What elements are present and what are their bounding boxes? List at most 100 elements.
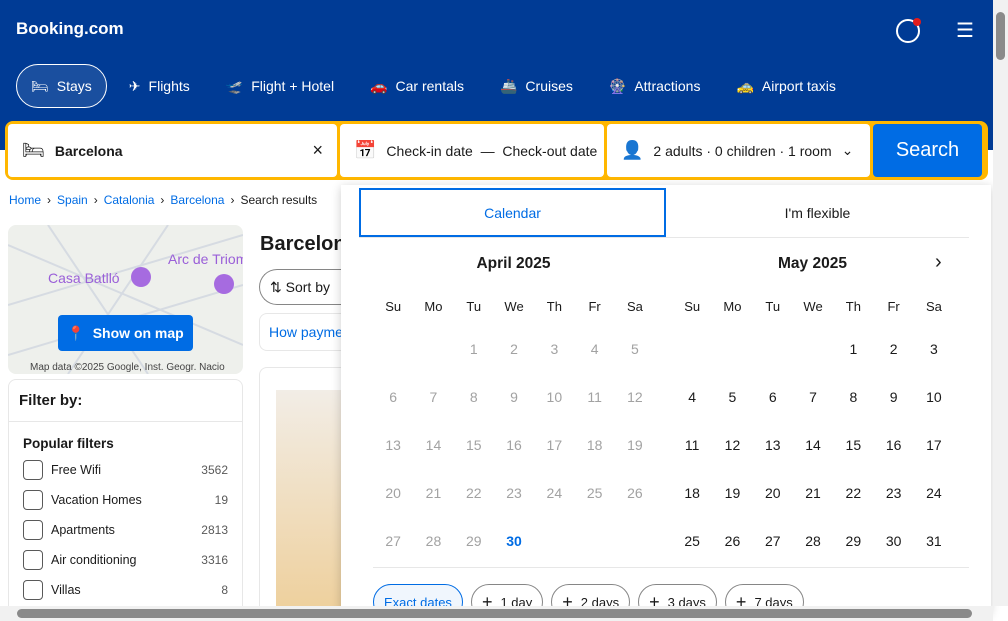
day-cell[interactable]: 16 <box>873 433 913 481</box>
day-cell[interactable]: 2 <box>873 337 913 385</box>
day-cell[interactable]: 9 <box>873 385 913 433</box>
results-title: Barcelona <box>260 233 341 255</box>
empty-cell <box>753 337 793 385</box>
property-card[interactable] <box>259 367 342 618</box>
day-cell[interactable]: 20 <box>753 481 793 529</box>
account-icon[interactable] <box>896 18 921 43</box>
day-cell: 8 <box>469 389 478 405</box>
day-cell[interactable]: 1 <box>833 337 873 385</box>
nav-stays[interactable]: 🛏 Stays <box>16 64 107 108</box>
day-cell[interactable]: 7 <box>793 385 833 433</box>
day-cell[interactable]: 29 <box>833 529 873 577</box>
filter-count: 3562 <box>201 463 228 477</box>
checkbox[interactable] <box>23 580 43 600</box>
day-cell[interactable]: 31 <box>914 529 954 577</box>
nav-flights[interactable]: ✈ Flights <box>115 64 204 108</box>
horizontal-scrollbar[interactable] <box>0 606 993 621</box>
date-picker-dropdown: Calendar I'm flexible April 2025 Su Mo Tu We… <box>341 185 991 620</box>
day-cell[interactable]: 24 <box>914 481 954 529</box>
day-cell[interactable]: 15 <box>833 433 873 481</box>
scroll-thumb[interactable] <box>996 12 1005 60</box>
filter-option[interactable]: Free Wifi 3562 <box>9 455 242 485</box>
day-cell[interactable]: 11 <box>672 433 712 481</box>
day-cell[interactable]: 30 <box>494 529 534 577</box>
day-cell[interactable]: 17 <box>914 433 954 481</box>
day-cell[interactable]: 10 <box>914 385 954 433</box>
checkbox[interactable] <box>23 460 43 480</box>
weekday-label: We <box>803 299 823 314</box>
day-cell: 7 <box>429 389 438 405</box>
tab-calendar[interactable]: Calendar <box>359 188 666 237</box>
payment-info-link[interactable]: How payment <box>259 313 341 351</box>
nav-flight-hotel[interactable]: 🛫 Flight + Hotel <box>212 64 348 108</box>
logo[interactable]: Booking.com <box>16 19 124 39</box>
day-cell[interactable]: 19 <box>712 481 752 529</box>
weekday-label: Fr <box>588 299 601 314</box>
weekday-label: Th <box>845 299 861 314</box>
filter-count: 19 <box>214 493 228 507</box>
weekday-label: Th <box>546 299 562 314</box>
nav-cruises[interactable]: 🚢 Cruises <box>486 64 587 108</box>
chevron-right-icon: › <box>230 193 235 207</box>
guests-field[interactable]: 👤 2 adults · 0 children · 1 room ⌄ <box>607 124 870 177</box>
day-cell[interactable]: 12 <box>712 433 752 481</box>
menu-icon[interactable]: ☰ <box>956 21 974 41</box>
checkbox[interactable] <box>23 550 43 570</box>
next-month-button[interactable]: › <box>935 251 942 274</box>
day-cell[interactable]: 14 <box>793 433 833 481</box>
day-cell[interactable]: 27 <box>753 529 793 577</box>
nav-attractions[interactable]: 🎡 Attractions <box>595 64 715 108</box>
day-cell[interactable]: 30 <box>873 529 913 577</box>
day-cell[interactable]: 23 <box>873 481 913 529</box>
destination-field[interactable]: 🛏 Barcelona × <box>8 124 337 177</box>
day-cell[interactable]: 6 <box>753 385 793 433</box>
map-preview[interactable]: Casa Batlló Arc de Triom 📍 Show on map Ma… <box>8 225 243 374</box>
day-cell[interactable]: 3 <box>914 337 954 385</box>
filter-count: 2813 <box>201 523 228 537</box>
breadcrumb-link[interactable]: Home <box>9 193 41 207</box>
day-cell[interactable]: 25 <box>672 529 712 577</box>
ship-icon: 🚢 <box>499 77 518 94</box>
breadcrumb-link[interactable]: Spain <box>57 193 88 207</box>
nav-airport-taxis[interactable]: 🚕 Airport taxis <box>722 64 849 108</box>
day-cell: 9 <box>510 389 518 405</box>
clear-icon[interactable]: × <box>312 140 323 161</box>
checkbox[interactable] <box>23 490 43 510</box>
checkbox[interactable] <box>23 520 43 540</box>
flight-hotel-icon: 🛫 <box>225 77 244 94</box>
nav-tabs: 🛏 Stays ✈ Flights 🛫 Flight + Hotel 🚗 Car rental… <box>16 64 850 108</box>
breadcrumb-link[interactable]: Catalonia <box>104 193 155 207</box>
tab-flexible[interactable]: I'm flexible <box>666 188 969 237</box>
day-cell[interactable]: 28 <box>793 529 833 577</box>
empty-cell <box>712 337 752 385</box>
day-cell[interactable]: 26 <box>712 529 752 577</box>
scroll-thumb[interactable] <box>17 609 972 618</box>
weekday-label: Mo <box>424 299 443 314</box>
property-photo[interactable] <box>276 390 342 618</box>
search-button[interactable]: Search <box>873 124 982 177</box>
date-field[interactable]: 📅 Check-in date — Check-out date <box>340 124 604 177</box>
day-cell[interactable]: 18 <box>672 481 712 529</box>
sort-button[interactable]: ⇅ Sort by <box>259 269 341 305</box>
nav-car-rentals[interactable]: 🚗 Car rentals <box>356 64 478 108</box>
filter-option[interactable]: Air conditioning 3316 <box>9 545 242 575</box>
divider <box>373 567 969 568</box>
day-cell[interactable]: 13 <box>753 433 793 481</box>
day-cell: 24 <box>546 485 563 501</box>
nav-label: Cruises <box>525 78 573 94</box>
breadcrumb-link[interactable]: Barcelona <box>170 193 224 207</box>
day-cell[interactable]: 21 <box>793 481 833 529</box>
day-cell[interactable]: 22 <box>833 481 873 529</box>
sort-label: Sort by <box>285 279 330 295</box>
calendar-icon: 📅 <box>354 140 377 160</box>
day-cell[interactable]: 4 <box>672 385 712 433</box>
day-cell[interactable]: 5 <box>712 385 752 433</box>
filter-option[interactable]: Villas 8 <box>9 575 242 605</box>
nav-label: Flight + Hotel <box>251 78 335 94</box>
vertical-scrollbar[interactable] <box>993 0 1008 606</box>
show-on-map-button[interactable]: 📍 Show on map <box>58 315 193 351</box>
day-cell[interactable]: 8 <box>833 385 873 433</box>
filter-option[interactable]: Vacation Homes 19 <box>9 485 242 515</box>
show-on-map-label: Show on map <box>92 325 184 341</box>
filter-option[interactable]: Apartments 2813 <box>9 515 242 545</box>
